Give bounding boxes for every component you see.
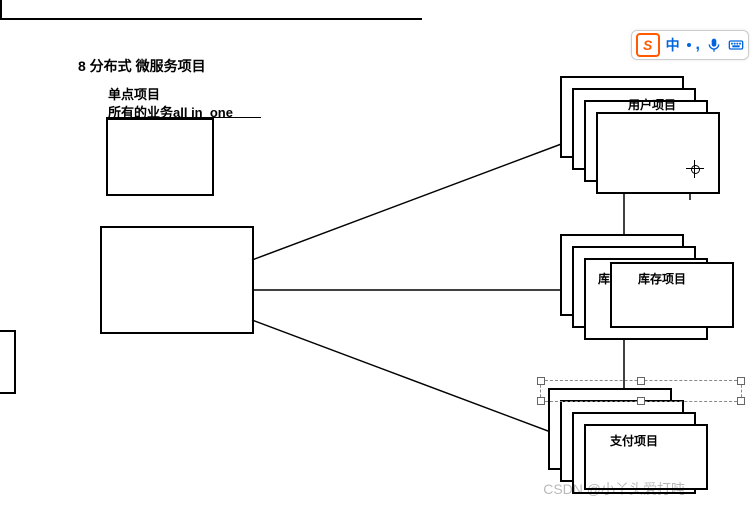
resize-handle-n[interactable] <box>637 377 645 385</box>
resize-handle-se[interactable] <box>737 397 745 405</box>
user-cluster-label: 用户项目 <box>628 96 676 113</box>
partial-frame-left <box>0 330 16 394</box>
resize-handle-ne[interactable] <box>737 377 745 385</box>
ime-punct-toggle[interactable]: , <box>686 36 700 54</box>
resize-handle-nw[interactable] <box>537 377 545 385</box>
monolith-box-large <box>100 226 254 334</box>
inventory-short-label: 库 <box>598 270 610 287</box>
resize-handle-s[interactable] <box>637 397 645 405</box>
keyboard-icon[interactable] <box>728 37 744 53</box>
user-cluster-box-1 <box>596 112 720 194</box>
ime-lang-toggle[interactable]: 中 <box>666 35 680 55</box>
partial-frame-top <box>0 0 422 20</box>
ime-toolbar[interactable]: S 中 , <box>631 30 749 60</box>
monolith-heading: 单点项目 <box>108 84 160 103</box>
selection-rectangle[interactable] <box>540 380 742 402</box>
monolith-box-small <box>106 118 214 196</box>
payment-cluster-label: 支付项目 <box>610 432 658 449</box>
resize-handle-sw[interactable] <box>537 397 545 405</box>
diagram-title: 8 分布式 微服务项目 <box>78 56 206 76</box>
diagram-canvas: 8 分布式 微服务项目 单点项目 所有的业务all in_one 用户项目 库 … <box>0 0 755 509</box>
inventory-cluster-label: 库存项目 <box>638 270 686 287</box>
sogou-logo-icon[interactable]: S <box>636 33 660 57</box>
cursor-crosshair-icon <box>686 160 704 178</box>
microphone-icon[interactable] <box>706 37 722 53</box>
csdn-watermark: CSDN @小丫头爱打吨 <box>543 479 685 499</box>
